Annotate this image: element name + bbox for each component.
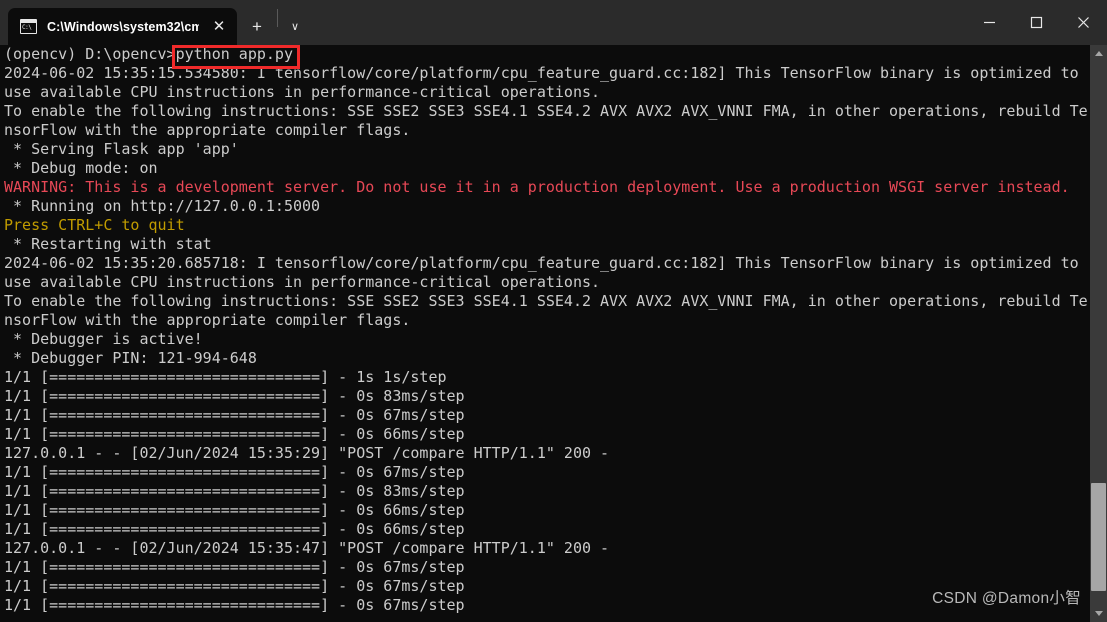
close-button[interactable] — [1060, 0, 1107, 45]
watermark: CSDN @Damon小智 — [932, 590, 1081, 607]
console-line: 1/1 [==============================] - 0… — [4, 463, 465, 481]
console-line: 2024-06-02 15:35:15.534580: I tensorflow… — [4, 64, 1079, 82]
tab-title: C:\Windows\system32\cmd.e: — [47, 19, 199, 34]
console-line: use available CPU instructions in perfor… — [4, 83, 601, 101]
console-line: * Debugger PIN: 121-994-648 — [4, 349, 257, 367]
console-line: * Serving Flask app 'app' — [4, 140, 239, 158]
tab-strip: C:\Windows\system32\cmd.e: ✕ + ∨ — [0, 0, 312, 45]
chevron-down-icon[interactable]: ∨ — [278, 8, 312, 45]
console-line: 1/1 [==============================] - 0… — [4, 387, 465, 405]
console-line: 127.0.0.1 - - [02/Jun/2024 15:35:29] "PO… — [4, 444, 610, 462]
console-line: 1/1 [==============================] - 0… — [4, 577, 465, 595]
console-line: 1/1 [==============================] - 0… — [4, 425, 465, 443]
new-tab-button[interactable]: + — [237, 8, 277, 45]
console-line: 1/1 [==============================] - 1… — [4, 368, 447, 386]
close-tab-icon[interactable]: ✕ — [207, 15, 231, 39]
console-line: * Debugger is active! — [4, 330, 203, 348]
console-line: * Debug mode: on — [4, 159, 158, 177]
console-line: 1/1 [==============================] - 0… — [4, 482, 465, 500]
console-line: WARNING: This is a development server. D… — [4, 178, 1070, 196]
window-controls — [966, 0, 1107, 45]
tab-cmd[interactable]: C:\Windows\system32\cmd.e: ✕ — [8, 8, 237, 45]
console-line: 127.0.0.1 - - [02/Jun/2024 15:35:47] "PO… — [4, 539, 610, 557]
console-line: 1/1 [==============================] - 0… — [4, 596, 465, 614]
console-line: use available CPU instructions in perfor… — [4, 273, 601, 291]
vertical-scrollbar[interactable] — [1090, 45, 1107, 622]
console-output-area[interactable]: (opencv) D:\opencv>python app.py 2024-06-… — [0, 45, 1090, 622]
terminal-window: C:\Windows\system32\cmd.e: ✕ + ∨ — [0, 0, 1107, 622]
console-line: Press CTRL+C to quit — [4, 216, 185, 234]
console-line: nsorFlow with the appropriate compiler f… — [4, 311, 411, 329]
scrollbar-thumb[interactable] — [1091, 483, 1106, 591]
title-bar: C:\Windows\system32\cmd.e: ✕ + ∨ — [0, 0, 1107, 45]
minimize-button[interactable] — [966, 0, 1013, 45]
console-line: 1/1 [==============================] - 0… — [4, 406, 465, 424]
scroll-down-icon[interactable] — [1090, 605, 1107, 622]
console-line: * Running on http://127.0.0.1:5000 — [4, 197, 321, 215]
console-line: To enable the following instructions: SS… — [4, 292, 1088, 310]
console-text: (opencv) D:\opencv>python app.py 2024-06-… — [4, 45, 1088, 615]
console-line: To enable the following instructions: SS… — [4, 102, 1088, 120]
console-line: 1/1 [==============================] - 0… — [4, 558, 465, 576]
console-line: nsorFlow with the appropriate compiler f… — [4, 121, 411, 139]
console-line: 2024-06-02 15:35:20.685718: I tensorflow… — [4, 254, 1079, 272]
scroll-up-icon[interactable] — [1090, 45, 1107, 62]
console-line: 1/1 [==============================] - 0… — [4, 520, 465, 538]
maximize-button[interactable] — [1013, 0, 1060, 45]
console-line: * Restarting with stat — [4, 235, 212, 253]
console-line: (opencv) D:\opencv>python app.py — [4, 45, 293, 63]
console-line: 1/1 [==============================] - 0… — [4, 501, 465, 519]
cmd-console-icon — [20, 19, 37, 34]
